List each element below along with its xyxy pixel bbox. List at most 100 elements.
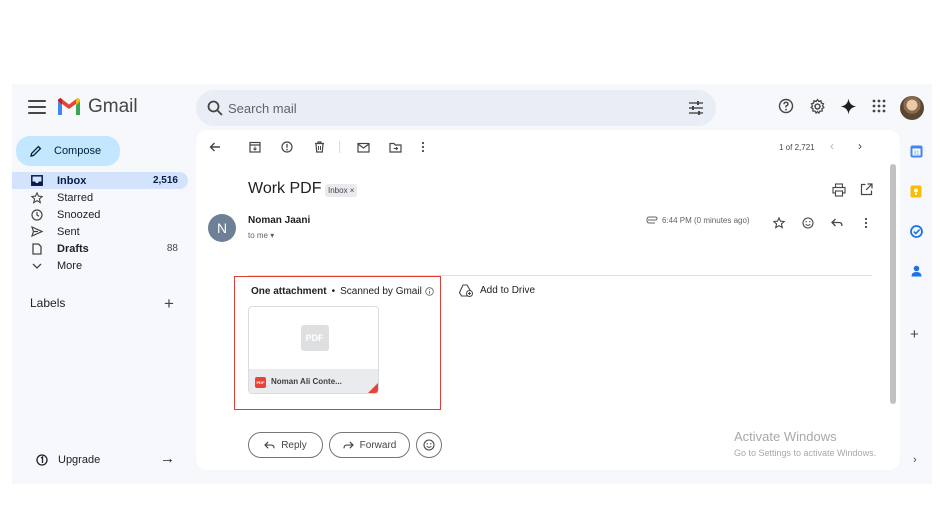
upgrade-circle-icon [36,454,48,466]
sidebar-item-label: Snoozed [57,208,101,221]
sender-name[interactable]: Noman Jaani [248,215,310,226]
get-addons-plus-icon[interactable]: + [910,326,919,343]
clock-icon [30,208,44,222]
arrow-right-icon[interactable]: → [160,450,175,467]
pagination-count: 1 of 2,721 [779,143,815,152]
search-icon[interactable] [206,99,224,117]
pencil-icon [30,145,42,157]
email-subject: Work PDF [248,180,322,197]
star-icon [30,191,44,205]
move-to-folder-icon[interactable] [388,140,402,154]
keep-icon[interactable] [909,184,923,198]
chevron-left-icon[interactable]: ‹ [830,139,834,153]
calendar-icon[interactable]: 31 [909,144,923,158]
sidebar-item-snoozed[interactable]: Snoozed [12,206,188,223]
inbox-count: 2,516 [152,175,178,186]
trash-icon[interactable] [312,140,326,154]
recipient-details[interactable]: to me ▾ [248,231,274,240]
reply-arrow-icon [264,440,275,449]
tasks-icon[interactable] [909,224,923,238]
pdf-file-icon: PDF [255,377,266,388]
message-time: 6:44 PM (0 minutes ago) [662,216,750,225]
attachment-clip-icon [646,216,658,224]
upgrade-link[interactable]: Upgrade [36,454,100,466]
send-icon [30,225,44,239]
app-name: Gmail [88,96,138,117]
activate-windows-subtitle: Go to Settings to activate Windows. [734,448,877,458]
settings-gear-icon[interactable] [807,96,827,116]
add-to-drive-button[interactable]: Add to Drive [458,284,535,297]
add-to-drive-label: Add to Drive [480,285,536,296]
pdf-attachment-card[interactable]: PDF PDF Noman Ali Conte... [248,306,379,394]
reply-button[interactable]: Reply [248,432,323,458]
back-arrow-icon[interactable] [208,140,222,154]
sidebar-item-more[interactable]: More [12,257,188,274]
pdf-corner-fold [366,381,378,393]
star-message-icon[interactable] [772,216,785,229]
sidebar-nav: Inbox 2,516 Starred Snoozed Sent Drafts … [12,172,188,274]
more-vert-icon[interactable] [416,140,430,154]
main-menu-icon[interactable] [28,100,46,114]
labels-heading: Labels [30,296,66,310]
activate-windows-title: Activate Windows [734,429,837,444]
help-icon[interactable] [776,96,796,116]
message-panel: 1 of 2,721 ‹ › Work PDF Inbox × N Noman … [196,130,900,470]
draft-file-icon [30,242,44,256]
chevron-down-icon [30,259,44,273]
sidebar-item-drafts[interactable]: Drafts 88 [12,240,188,257]
compose-label: Compose [54,145,102,157]
contacts-icon[interactable] [909,264,923,278]
sender-avatar[interactable]: N [208,214,236,242]
sidebar-item-label: Starred [57,191,94,204]
compose-button[interactable]: Compose [16,136,120,166]
top-right-icons [776,96,900,116]
print-icon[interactable] [832,183,846,197]
forward-arrow-icon [343,440,354,449]
attachment-footer: PDF Noman Ali Conte... [249,369,378,393]
emoji-reaction-button[interactable] [416,432,442,458]
mark-unread-icon[interactable] [356,140,370,154]
sidebar-item-label: Drafts [57,242,89,255]
more-message-options-icon[interactable] [859,216,872,229]
side-panel: 31 + › [904,130,932,484]
reply-label: Reply [281,439,307,451]
smiley-icon [423,439,435,451]
sidebar-item-inbox[interactable]: Inbox 2,516 [12,172,188,189]
apps-grid-icon[interactable] [869,96,889,116]
gmail-app: Gmail Compose [12,84,932,484]
drive-add-icon [458,284,473,297]
search-input[interactable] [228,90,668,126]
inbox-icon [30,174,44,188]
chevron-right-icon[interactable]: › [858,139,862,153]
gemini-sparkle-icon[interactable] [838,96,858,116]
inbox-label-chip[interactable]: Inbox × [325,184,358,197]
expand-side-panel-icon[interactable]: › [913,454,917,466]
report-spam-icon[interactable] [280,140,294,154]
pdf-preview-placeholder: PDF [300,325,329,351]
svg-text:31: 31 [913,150,919,156]
forward-button[interactable]: Forward [329,432,410,458]
toolbar-divider [339,141,340,153]
search-bar[interactable] [196,90,716,126]
gmail-logo[interactable]: Gmail [56,96,138,118]
sidebar-item-label: More [57,259,83,272]
reply-icon[interactable] [830,216,843,229]
sidebar-item-label: Inbox [57,174,87,187]
attachment-file-name: Noman Ali Conte... [271,377,342,386]
attachment-preview: PDF [249,307,378,369]
scrollbar-thumb[interactable] [890,164,896,404]
archive-icon[interactable] [248,140,262,154]
message-toolbar: 1 of 2,721 ‹ › [196,130,900,164]
open-new-window-icon[interactable] [860,183,873,196]
drafts-count: 88 [166,243,178,254]
sidebar-item-starred[interactable]: Starred [12,189,188,206]
upgrade-label: Upgrade [58,454,101,466]
add-reaction-icon[interactable] [801,216,814,229]
sidebar-item-sent[interactable]: Sent [12,223,188,240]
sidebar-item-label: Sent [57,225,80,238]
forward-label: Forward [359,439,397,451]
account-avatar[interactable] [900,96,924,120]
search-options-icon[interactable] [688,100,704,116]
create-label-plus-icon[interactable]: + [164,294,174,314]
gmail-m-icon [58,98,80,115]
